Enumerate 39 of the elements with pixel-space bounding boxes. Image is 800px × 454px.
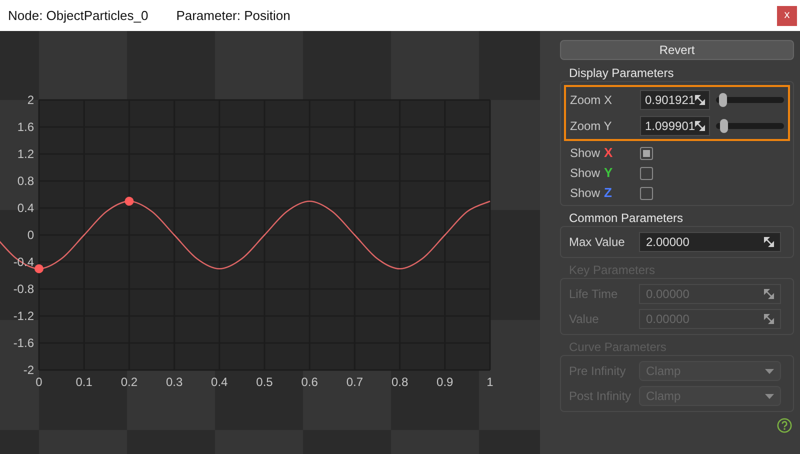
number-field[interactable]: 2.00000 [639, 232, 781, 252]
axis-label: 0.6 [301, 375, 318, 389]
checkbox-label: Show [570, 165, 600, 182]
window-title: Node: ObjectParticles_0 [8, 6, 148, 25]
group-title: Common Parameters [569, 210, 684, 226]
axis-letter: Z [604, 184, 612, 202]
group-title: Display Parameters [569, 65, 675, 81]
axis-label: -1.6 [13, 336, 34, 350]
revert-button[interactable]: Revert [560, 40, 794, 60]
checkbox-label: Show [570, 145, 600, 162]
axis-label: 1.6 [17, 120, 34, 134]
axis-label: 0 [27, 228, 34, 242]
axis-label: 0.3 [166, 375, 183, 389]
number-field[interactable]: 1.099901 [640, 116, 710, 136]
axis-label: 0.7 [346, 375, 364, 389]
axis-label: 2 [27, 93, 34, 107]
axis-label: -0.8 [13, 282, 34, 296]
axis-letter: Y [604, 164, 613, 182]
axis-label: 0.4 [211, 375, 228, 389]
axis-label: -2 [23, 363, 34, 377]
axis-label: 0.4 [17, 201, 34, 215]
checkbox-label: Show [570, 185, 600, 202]
number-field[interactable]: 0.901921 [640, 90, 710, 110]
field-label: Max Value [569, 234, 626, 251]
axis-label: 1 [486, 375, 494, 389]
window-title: Parameter: Position [176, 6, 290, 25]
axis-label: 0.1 [76, 375, 92, 389]
axis-label: -1.2 [13, 309, 34, 323]
axis-label: 0.9 [436, 375, 454, 389]
axis-label: 0.8 [391, 375, 408, 389]
field-label: Zoom X [570, 92, 614, 109]
axis-label: 0.8 [17, 174, 34, 188]
axis-label: 1.2 [17, 147, 34, 161]
axis-label: 0.5 [256, 375, 273, 389]
axis-label: 0.2 [120, 375, 138, 389]
field-label: Zoom Y [570, 118, 613, 135]
axis-label: 0 [36, 375, 42, 389]
axis-letter: X [604, 144, 613, 162]
close-button[interactable]: x [777, 6, 797, 26]
